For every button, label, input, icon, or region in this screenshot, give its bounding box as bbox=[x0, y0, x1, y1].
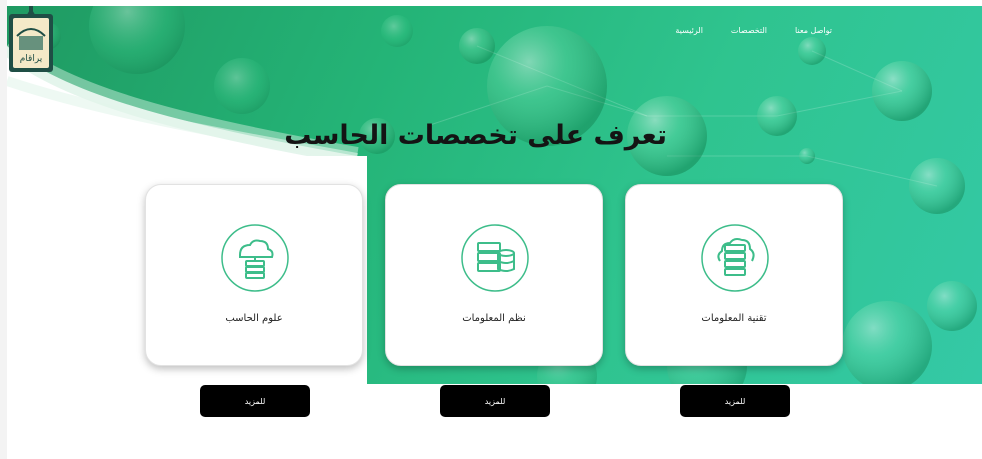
top-nav: الرئيسية التخصصات تواصل معنا bbox=[675, 26, 832, 35]
more-button-information-systems[interactable]: للمزيد bbox=[440, 385, 550, 417]
page-title: تعرف على تخصصات الحاسب bbox=[284, 120, 667, 151]
server-rack-icon bbox=[701, 224, 769, 292]
more-button-information-technology[interactable]: للمزيد bbox=[680, 385, 790, 417]
card-label: علوم الحاسب bbox=[225, 313, 283, 324]
nav-item-home[interactable]: الرئيسية bbox=[675, 26, 703, 35]
card-computer-science[interactable]: علوم الحاسب bbox=[145, 184, 363, 366]
more-button-computer-science[interactable]: للمزيد bbox=[200, 385, 310, 417]
nav-item-contact[interactable]: تواصل معنا bbox=[795, 26, 832, 35]
cloud-server-icon bbox=[221, 224, 289, 292]
card-information-systems[interactable]: نظم المعلومات bbox=[385, 184, 603, 366]
card-label: تقنية المعلومات bbox=[701, 313, 767, 324]
logo-text: يراقام bbox=[20, 54, 43, 64]
university-logo: يراقام bbox=[9, 6, 53, 72]
database-server-icon bbox=[461, 224, 529, 292]
nav-item-specializations[interactable]: التخصصات bbox=[731, 26, 767, 35]
page-edge bbox=[0, 0, 7, 459]
card-label: نظم المعلومات bbox=[462, 313, 526, 324]
card-information-technology[interactable]: تقنية المعلومات bbox=[625, 184, 843, 366]
